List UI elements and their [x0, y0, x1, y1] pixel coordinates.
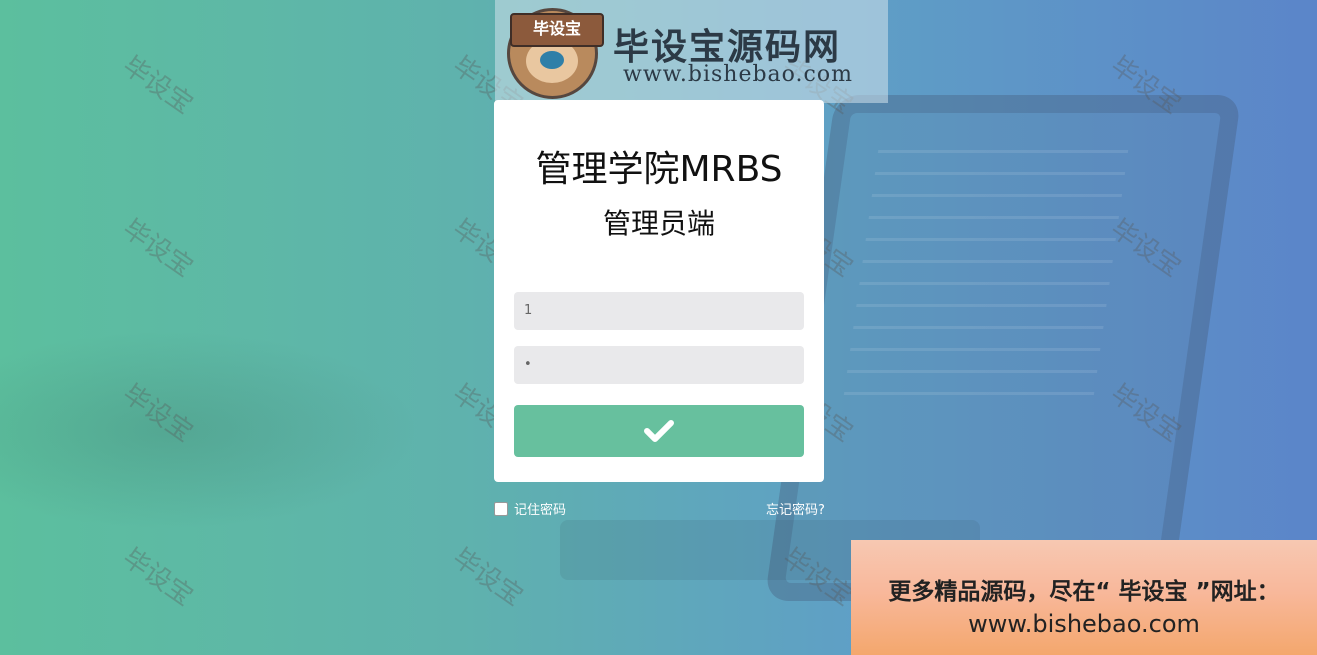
watermark: 毕设宝 [1105, 50, 1187, 121]
watermark: 毕设宝 [117, 50, 199, 121]
mascot-logo-icon: 毕设宝 [507, 8, 604, 99]
watermark: 毕设宝 [117, 213, 199, 284]
site-logo-banner: 毕设宝 毕设宝源码网 www.bishebao.com [495, 0, 888, 103]
mascot-sign-text: 毕设宝 [510, 13, 604, 47]
site-url: www.bishebao.com [623, 62, 853, 87]
remember-password[interactable]: 记住密码 [494, 499, 566, 518]
watermark: 毕设宝 [1105, 378, 1187, 449]
background-desk [0, 330, 420, 530]
login-card: 管理学院MRBS 管理员端 1 • [494, 100, 824, 482]
remember-checkbox[interactable] [494, 501, 508, 516]
login-submit-button[interactable] [514, 405, 804, 457]
watermark: 毕设宝 [117, 378, 199, 449]
username-input[interactable]: 1 [514, 292, 804, 330]
background-laptop [764, 95, 1242, 601]
watermark: 毕设宝 [1105, 213, 1187, 284]
check-icon [644, 420, 674, 442]
watermark: 毕设宝 [447, 542, 529, 613]
page-subtitle: 管理员端 [602, 207, 715, 240]
remember-label: 记住密码 [514, 503, 567, 518]
watermark: 毕设宝 [777, 542, 859, 613]
promo-text: 更多精品源码，尽在“ 毕设宝 ”网址： [888, 579, 1280, 605]
forgot-password-link[interactable]: 忘记密码? [766, 499, 825, 518]
page-title: 管理学院MRBS [535, 149, 783, 190]
watermark: 毕设宝 [117, 542, 199, 613]
promo-url: www.bishebao.com [968, 610, 1200, 638]
promo-banner: 更多精品源码，尽在“ 毕设宝 ”网址： www.bishebao.com [851, 540, 1317, 655]
background-screen [841, 150, 1129, 410]
mascot-eye [540, 51, 564, 69]
password-input[interactable]: • [514, 346, 804, 384]
